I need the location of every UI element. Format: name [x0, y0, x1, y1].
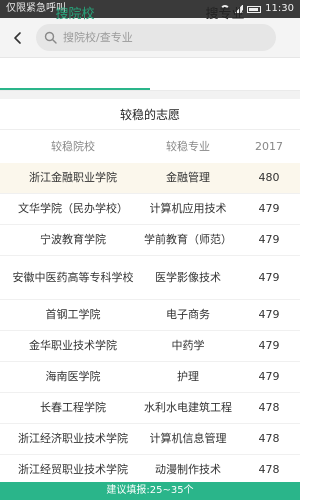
table-row[interactable]: 海南医学院 护理 479 — [0, 362, 300, 393]
major-name: 电子商务 — [166, 308, 210, 322]
score-value: 479 — [258, 308, 280, 322]
table-row[interactable]: 文华学院（民办学校） 计算机应用技术 479 — [0, 194, 300, 225]
back-arrow-icon — [14, 32, 21, 44]
tab-schools[interactable]: 搜院校 — [0, 0, 150, 30]
search-icon — [44, 31, 57, 44]
score-value: 479 — [258, 370, 280, 384]
major-name: 医学影像技术 — [155, 270, 221, 284]
score-value: 478 — [258, 432, 280, 446]
school-name: 海南医学院 — [45, 370, 101, 384]
section-gap — [0, 91, 300, 99]
school-name: 浙江经贸职业技术学院 — [18, 463, 128, 477]
table-header: 较稳院校 较稳专业 2017 — [0, 132, 300, 162]
major-name: 中药学 — [171, 339, 205, 353]
table-row[interactable]: 浙江经济职业技术学院 计算机信息管理 478 — [0, 424, 300, 455]
score-value: 479 — [258, 339, 280, 353]
school-name: 长春工程学院 — [40, 401, 106, 415]
table-row[interactable]: 宁波教育学院 学前教育（师范） 479 — [0, 225, 300, 256]
major-name: 金融管理 — [166, 171, 210, 185]
school-name: 浙江经济职业技术学院 — [18, 432, 128, 446]
results-table: 浙江金融职业学院 金融管理 480 文华学院（民办学校） 计算机应用技术 479… — [0, 163, 300, 486]
school-name: 浙江金融职业学院 — [29, 171, 117, 185]
table-row[interactable]: 金华职业技术学院 中药学 479 — [0, 331, 300, 362]
tab-majors[interactable]: 搜专业 — [150, 0, 300, 30]
score-value: 479 — [258, 233, 280, 247]
table-row[interactable]: 长春工程学院 水利水电建筑工程 478 — [0, 393, 300, 424]
header-year: 2017 — [255, 140, 283, 153]
school-name: 文华学院（民办学校） — [18, 202, 128, 216]
school-name: 宁波教育学院 — [40, 233, 106, 247]
search-input[interactable] — [63, 31, 253, 44]
major-name: 计算机应用技术 — [149, 202, 227, 216]
table-row[interactable]: 浙江金融职业学院 金融管理 480 — [0, 163, 300, 194]
section-title: 较稳的志愿 — [0, 100, 300, 130]
score-value: 478 — [258, 401, 280, 415]
major-name: 水利水电建筑工程 — [144, 401, 232, 415]
score-value: 479 — [258, 202, 280, 216]
school-name: 首钢工学院 — [45, 308, 101, 322]
score-value: 480 — [258, 171, 280, 185]
table-row[interactable]: 安徽中医药高等专科学校 医学影像技术 479 — [0, 256, 300, 300]
major-name: 动漫制作技术 — [155, 463, 221, 477]
recommendation-bar: 建议填报:25~35个 — [0, 482, 300, 500]
major-name: 护理 — [177, 370, 199, 384]
header-major: 较稳专业 — [166, 140, 210, 153]
score-value: 479 — [258, 270, 280, 284]
header-school: 较稳院校 — [51, 140, 95, 153]
major-name: 计算机信息管理 — [149, 432, 227, 446]
major-name: 学前教育（师范） — [144, 233, 232, 247]
table-row[interactable]: 首钢工学院 电子商务 479 — [0, 300, 300, 331]
school-name: 安徽中医药高等专科学校 — [12, 270, 134, 284]
score-value: 478 — [258, 463, 280, 477]
school-name: 金华职业技术学院 — [29, 339, 117, 353]
